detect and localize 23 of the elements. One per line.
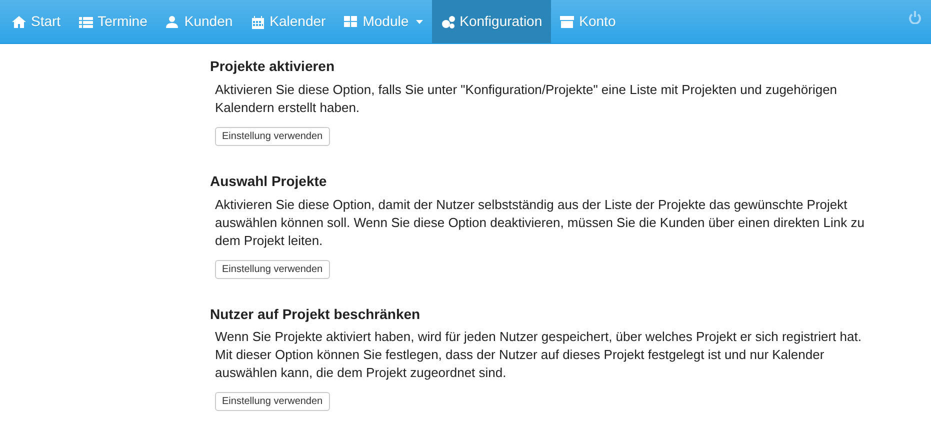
user-icon	[165, 14, 180, 28]
nav-tab[interactable]: Konto	[551, 0, 625, 43]
use-setting-button[interactable]: Einstellung verwenden	[215, 260, 330, 279]
use-setting-button[interactable]: Einstellung verwenden	[215, 392, 330, 412]
section-description: Aktivieren Sie diese Option, damit der Nutzer selbstständig aus der Liste der Projekte das gewünschte Projekt auswählen können soll. Wenn Sie diese Option deaktivieren, müssen Sie die Kunden über einen direkten Link zu dem Projekt leiten.	[215, 196, 866, 250]
power-icon[interactable]	[909, 11, 921, 24]
grid-icon	[344, 14, 358, 28]
section-description: Aktivieren Sie diese Option, falls Sie unter "Konfiguration/Projekte" eine Liste mit Projekten und zugehörigen Kalendern erstellt haben.	[215, 80, 838, 117]
archive-icon	[560, 14, 574, 28]
section-title: Projekte aktivieren	[210, 58, 336, 75]
nav-tab[interactable]: Module	[334, 0, 432, 43]
home-icon	[12, 14, 26, 28]
list-icon	[78, 14, 93, 28]
section-title: Nutzer auf Projekt beschränken	[210, 306, 422, 322]
section-title: Auswahl Projekte	[210, 172, 328, 190]
nav-tab[interactable]: Kunden	[156, 0, 242, 43]
nav-tab[interactable]: Kalender	[242, 0, 335, 43]
nav-tab[interactable]: Start	[3, 0, 70, 43]
nav-tab[interactable]: Konfiguration	[432, 0, 552, 43]
nav-tab[interactable]: Termine	[70, 0, 156, 43]
calendar-icon	[250, 14, 265, 28]
section-description: Wenn Sie Projekte aktiviert haben, wird für jeden Nutzer gespeichert, über welches Projekt er sich registriert hat. Mit dieser Option können Sie festlegen, dass der Nutzer auf dieses Projekt festgelegt ist und nur Kalender auswählen kann, die dem Projekt zugeordnet sind.	[215, 328, 862, 382]
use-setting-button[interactable]: Einstellung verwenden	[215, 126, 330, 146]
